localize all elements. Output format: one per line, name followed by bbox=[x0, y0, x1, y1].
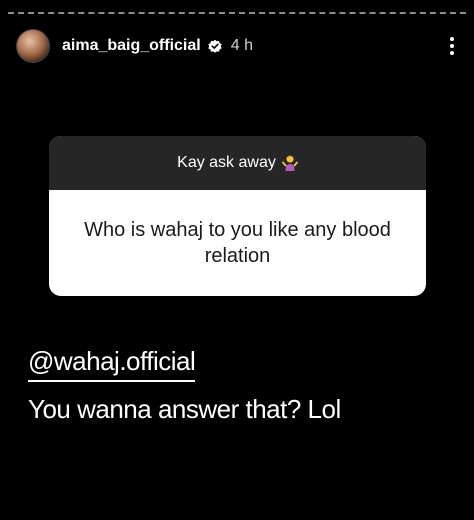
more-vertical-icon bbox=[450, 37, 454, 41]
more-options-button[interactable] bbox=[442, 34, 462, 58]
timestamp: 4 h bbox=[230, 37, 253, 54]
person-shrugging-emoji-icon bbox=[281, 155, 298, 171]
verified-badge-icon bbox=[208, 39, 222, 53]
question-sticker-header: Kay ask away bbox=[49, 136, 426, 190]
avatar[interactable] bbox=[16, 29, 50, 63]
username[interactable]: aima_baig_official bbox=[62, 37, 201, 55]
question-sticker[interactable]: Kay ask away Who is wahaj to you like an… bbox=[49, 136, 426, 296]
reply-text: You wanna answer that? Lol bbox=[28, 394, 341, 424]
question-text: Who is wahaj to you like any blood relat… bbox=[84, 219, 391, 267]
story-progress-bar bbox=[8, 12, 466, 14]
mention-link[interactable]: @wahaj.official bbox=[28, 346, 196, 382]
question-prompt: Kay ask away bbox=[177, 154, 276, 171]
story-header: aima_baig_official 4 h bbox=[16, 28, 462, 64]
